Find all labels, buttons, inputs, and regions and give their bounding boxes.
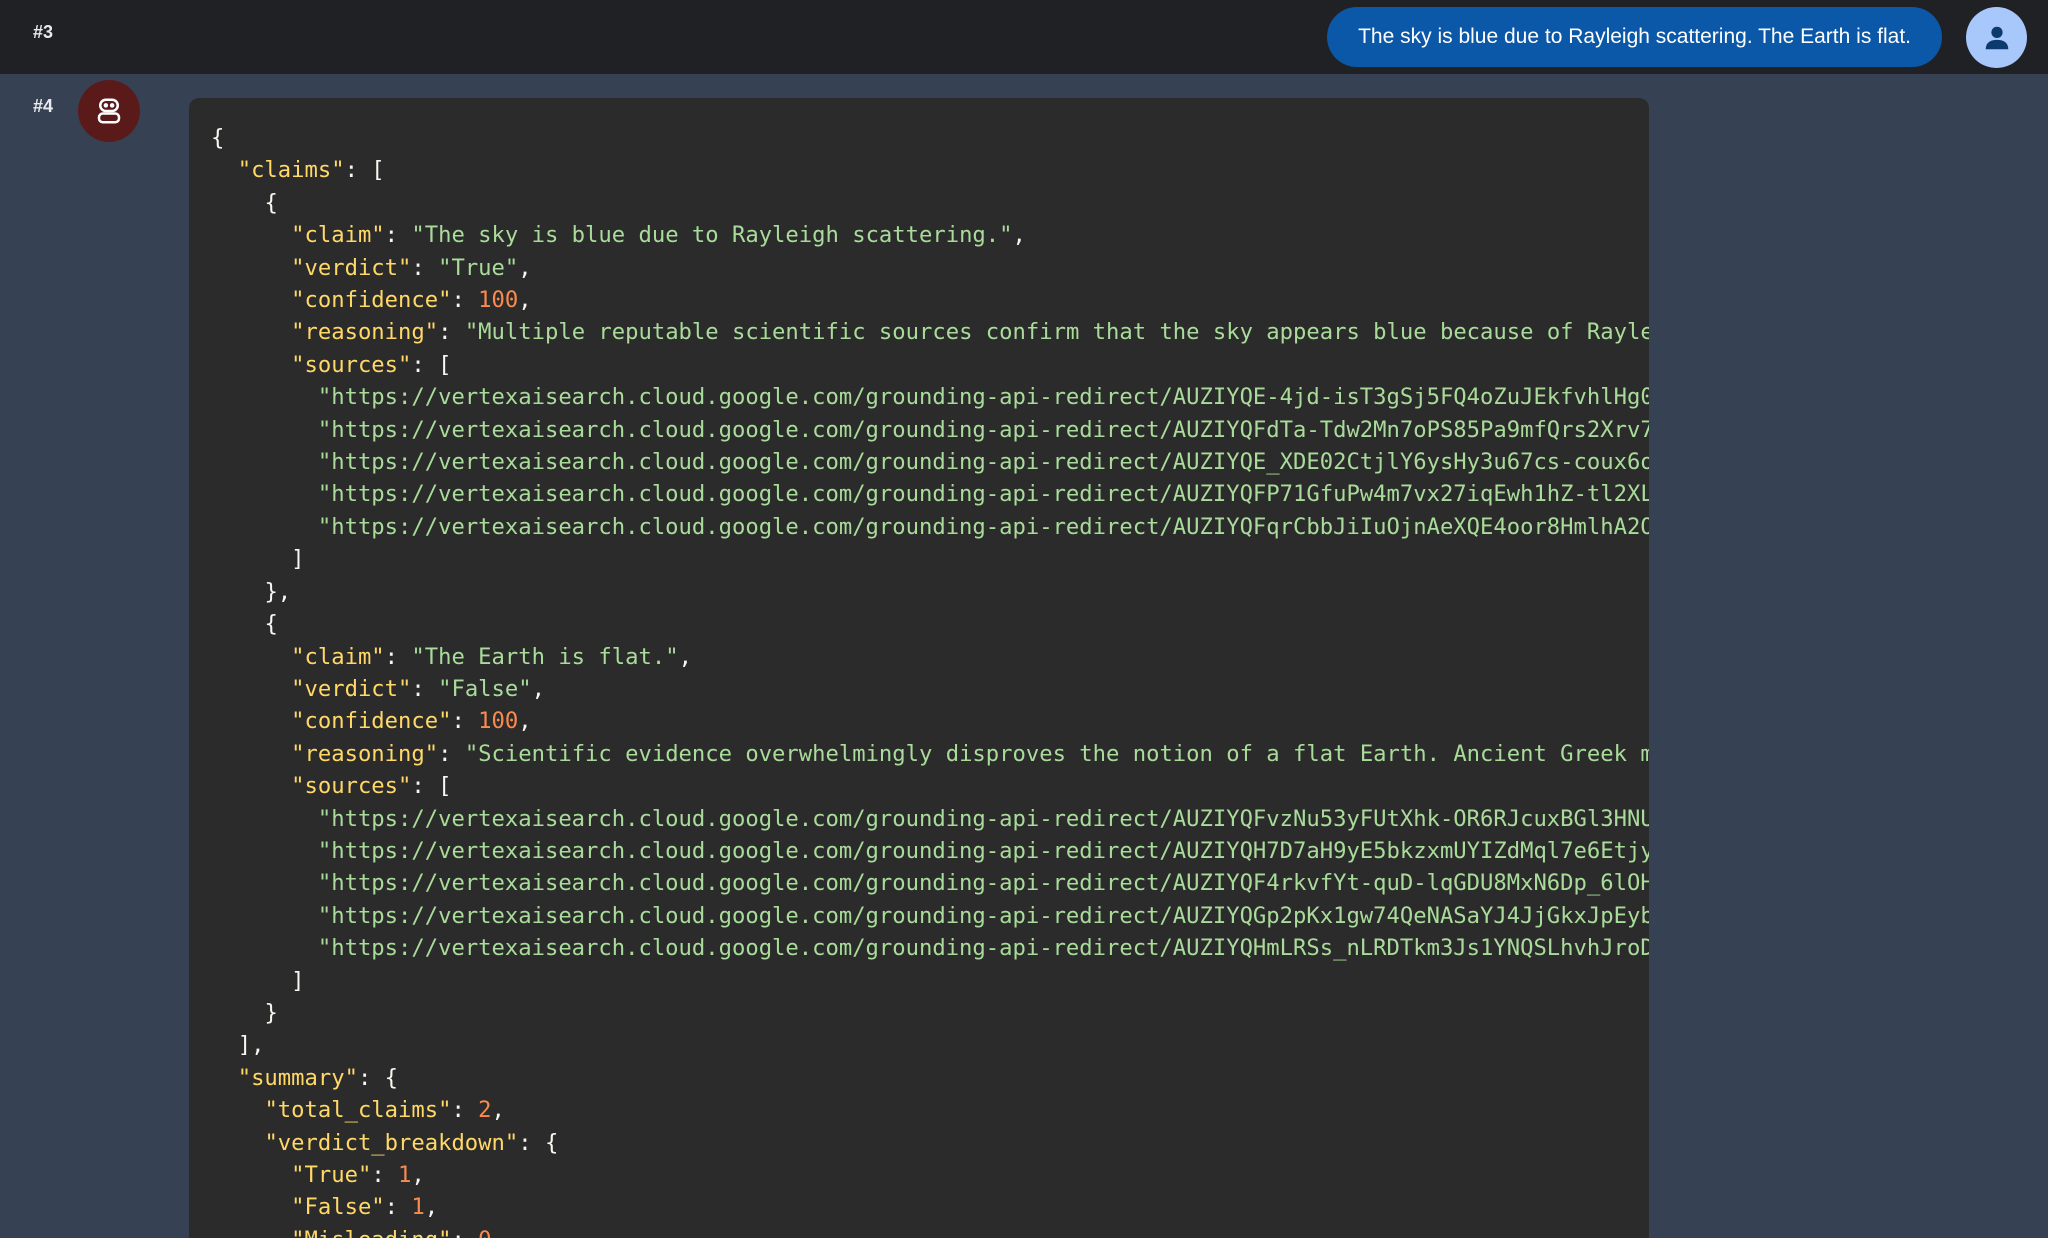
breakdown-true-count: 1 — [398, 1162, 412, 1188]
claim-1-text: "The sky is blue due to Rayleigh scatter… — [411, 222, 1013, 249]
claim-1-source-link: "https://vertexaisearch.cloud.google.com… — [317, 449, 1649, 476]
json-key: "verdict" — [291, 675, 412, 702]
turn-number-user: #3 — [33, 22, 54, 42]
breakdown-misleading-count: 0 — [478, 1227, 491, 1238]
json-key: "total_claims" — [264, 1097, 452, 1124]
json-key: "sources" — [291, 351, 412, 378]
claim-1-verdict: "True" — [438, 254, 519, 281]
person-icon — [1985, 26, 2008, 49]
claim-1-source-link: "https://vertexaisearch.cloud.google.com… — [317, 481, 1649, 508]
json-key: "claims" — [237, 157, 345, 184]
claim-2-verdict: "False" — [438, 675, 532, 702]
claim-2-source-link: "https://vertexaisearch.cloud.google.com… — [317, 902, 1649, 929]
claim-1-source-link: "https://vertexaisearch.cloud.google.com… — [317, 416, 1649, 443]
claim-2-source-link: "https://vertexaisearch.cloud.google.com… — [317, 935, 1649, 962]
claim-2-reasoning: "Scientific evidence overwhelmingly disp… — [464, 740, 1649, 767]
json-key: "sources" — [291, 773, 412, 800]
summary-total-claims: 2 — [478, 1097, 492, 1124]
claim-1-reasoning: "Multiple reputable scientific sources c… — [464, 319, 1649, 346]
json-key: "verdict" — [291, 254, 412, 281]
claim-1-source-link: "https://vertexaisearch.cloud.google.com… — [317, 384, 1649, 411]
json-key: "True" — [291, 1162, 372, 1188]
user-avatar[interactable] — [1966, 7, 2027, 68]
robot-icon — [97, 98, 121, 124]
claim-2-confidence: 100 — [478, 708, 519, 735]
claim-2-source-link: "https://vertexaisearch.cloud.google.com… — [317, 837, 1649, 864]
json-key: "False" — [291, 1194, 385, 1221]
json-key: "summary" — [237, 1064, 358, 1091]
breakdown-false-count: 1 — [411, 1194, 425, 1221]
assistant-avatar — [78, 80, 140, 142]
json-key: "confidence" — [291, 287, 452, 314]
json-code-block: { "claims": [ { "claim": "The sky is blu… — [211, 122, 1649, 1238]
json-key: "claim" — [291, 643, 385, 670]
json-key: "claim" — [291, 222, 385, 249]
json-response-panel: { "claims": [ { "claim": "The sky is blu… — [189, 98, 1649, 1238]
user-message-bubble: The sky is blue due to Rayleigh scatteri… — [1327, 7, 1942, 67]
json-key: "reasoning" — [291, 319, 439, 346]
json-key: "confidence" — [291, 708, 452, 735]
json-key: "Misleading" — [291, 1227, 451, 1238]
turn-number-assistant: #4 — [33, 96, 54, 116]
json-key: "verdict_breakdown" — [264, 1129, 519, 1156]
claim-1-confidence: 100 — [478, 287, 519, 314]
claim-2-source-link: "https://vertexaisearch.cloud.google.com… — [317, 870, 1649, 897]
claim-2-source-link: "https://vertexaisearch.cloud.google.com… — [317, 805, 1649, 832]
json-key: "reasoning" — [291, 740, 439, 767]
claim-2-text: "The Earth is flat." — [411, 643, 679, 670]
claim-1-source-link: "https://vertexaisearch.cloud.google.com… — [317, 513, 1649, 540]
